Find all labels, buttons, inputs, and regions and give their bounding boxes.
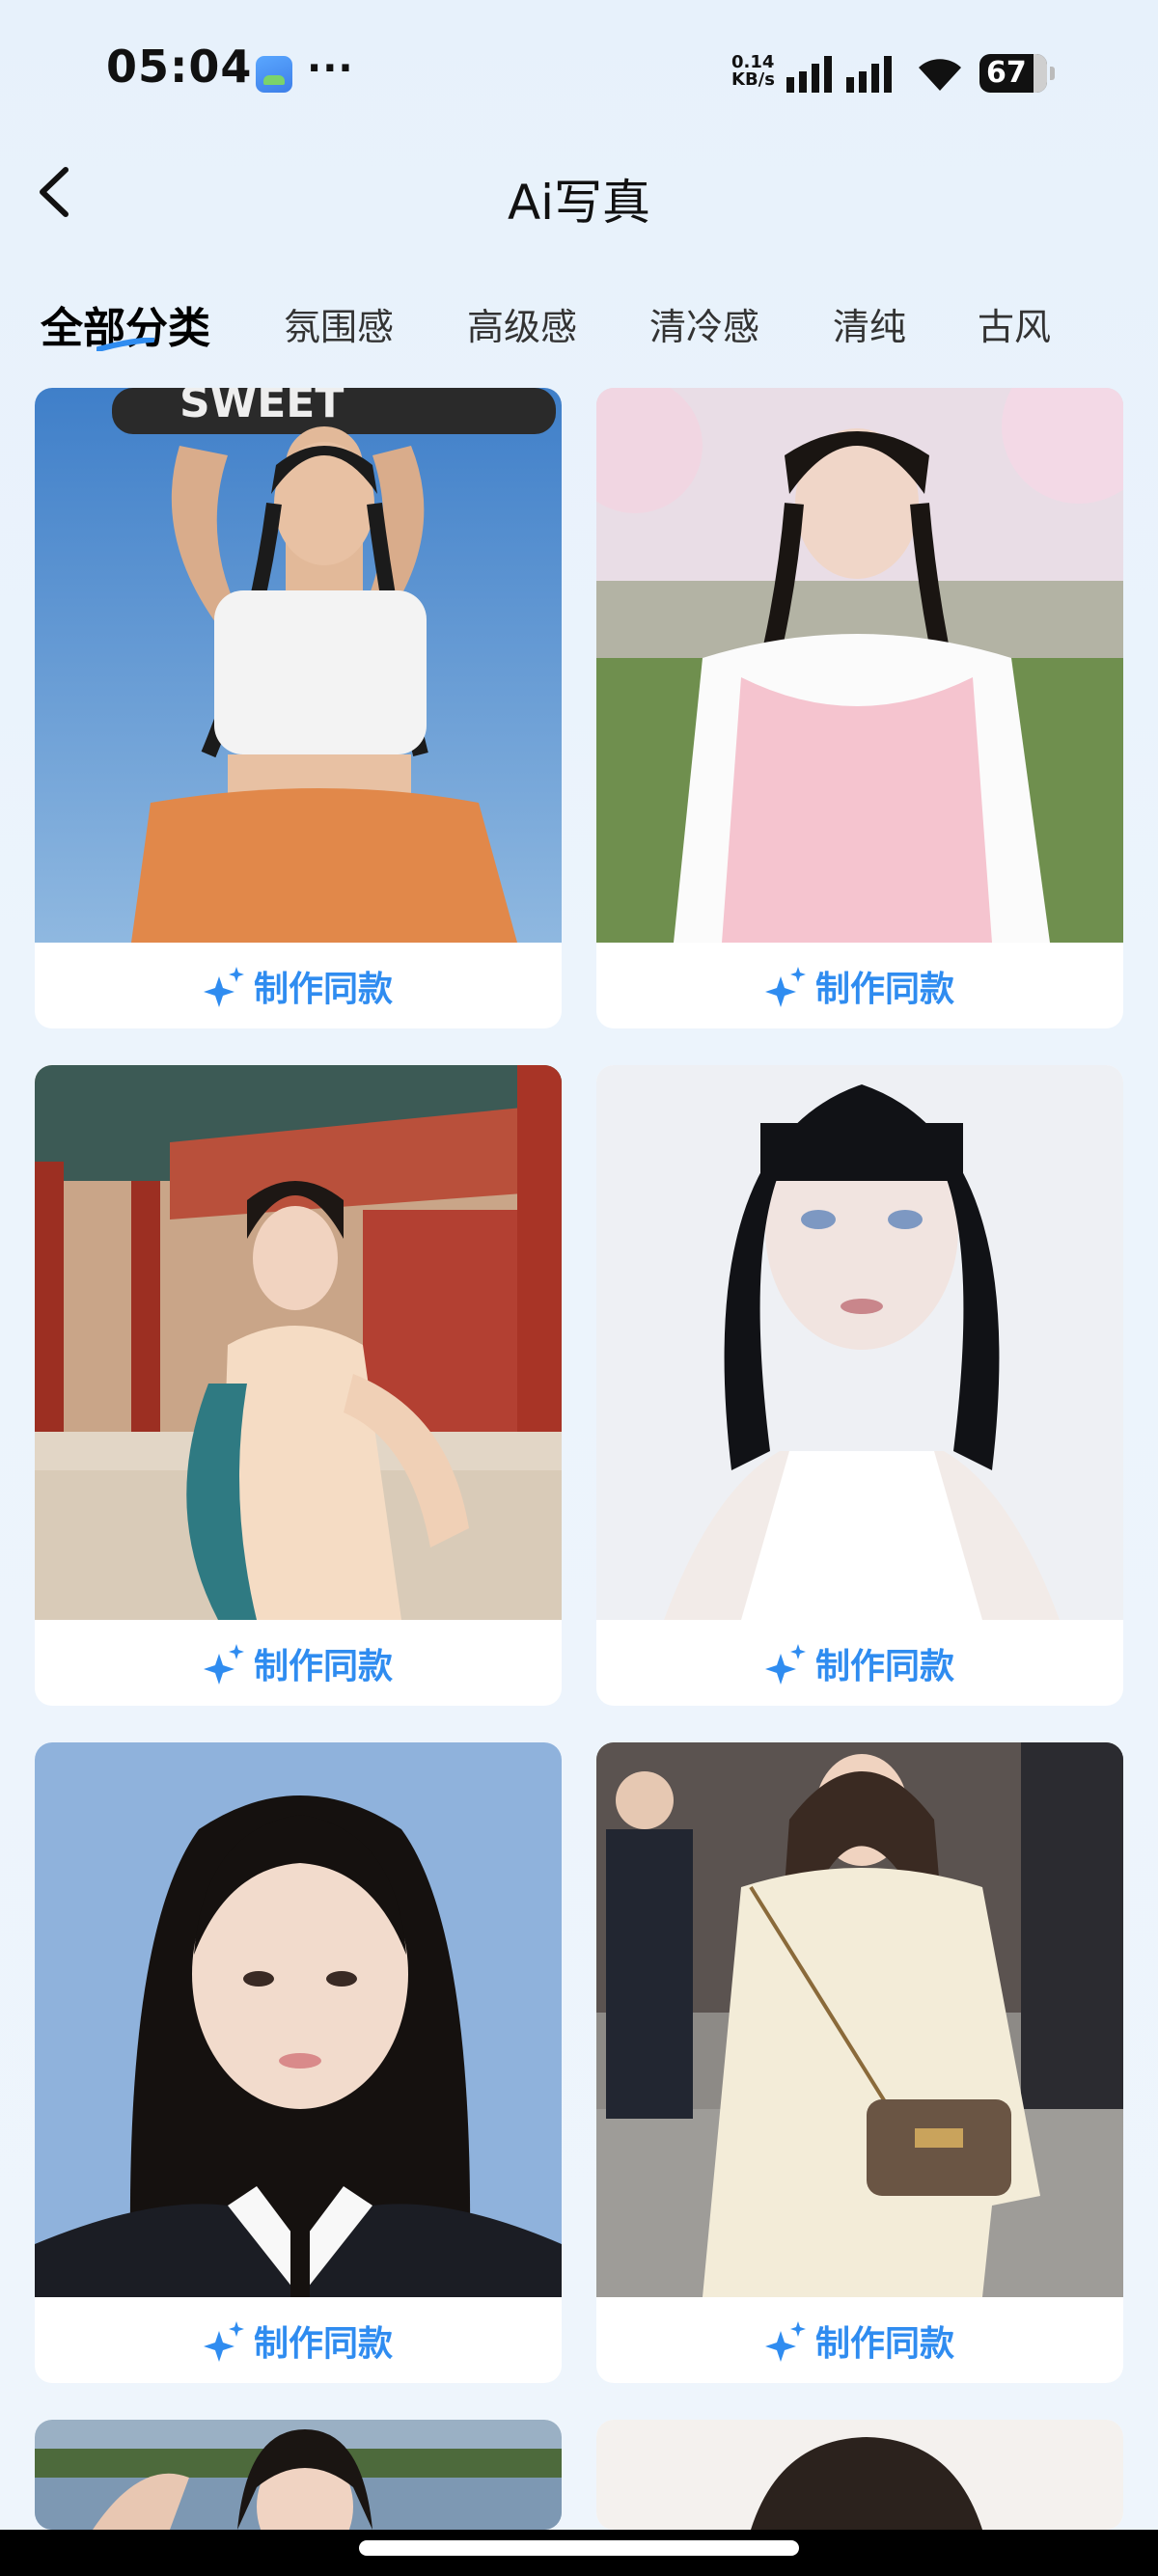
photo-hanfu-palace-girl	[35, 1065, 562, 1620]
make-same-label: 制作同款	[253, 2323, 393, 2364]
template-card[interactable]: SWEET 制作同款	[35, 388, 562, 1028]
battery-icon: 67	[979, 54, 1055, 93]
home-indicator[interactable]	[359, 2540, 799, 2556]
template-card-partial[interactable]	[596, 2420, 1123, 2530]
make-same-button[interactable]: 制作同款	[596, 2297, 1123, 2383]
template-card[interactable]: 制作同款	[35, 1065, 562, 1706]
template-card[interactable]: 制作同款	[596, 1065, 1123, 1706]
photo-black-bob-girl	[596, 1065, 1123, 1620]
photo-suit-girl	[35, 1742, 562, 2297]
svg-text:SWEET: SWEET	[179, 388, 344, 427]
page-title: Ai写真	[507, 175, 651, 231]
photo-cherry-blossom-girl	[596, 388, 1123, 943]
active-tab-indicator	[96, 338, 154, 351]
network-speed: 0.14 KB/s	[731, 54, 775, 89]
wifi-icon	[919, 59, 961, 91]
make-same-label: 制作同款	[253, 1646, 393, 1686]
template-card-partial[interactable]	[35, 2420, 562, 2530]
gallery-app-icon	[256, 56, 292, 93]
make-same-button[interactable]: 制作同款	[35, 1620, 562, 1706]
make-same-button[interactable]: 制作同款	[596, 1620, 1123, 1706]
more-notifications-icon: ···	[307, 46, 354, 91]
category-tabs: 全部分类 氛围感 高级感 清冷感 清纯 古风	[0, 289, 1158, 357]
sparkle-icon	[203, 966, 244, 1007]
make-same-button[interactable]: 制作同款	[35, 2297, 562, 2383]
photo-skateboard-girl: SWEET	[35, 388, 562, 943]
sparkle-icon	[203, 2320, 244, 2362]
make-same-button[interactable]: 制作同款	[596, 943, 1123, 1028]
tab-cool[interactable]: 清冷感	[649, 297, 759, 350]
template-card[interactable]: 制作同款	[596, 1742, 1123, 2383]
battery-level: 67	[986, 56, 1027, 90]
sparkle-icon	[764, 966, 806, 1007]
photo-lake-girl	[35, 2420, 562, 2530]
sparkle-icon	[203, 1643, 244, 1685]
photo-bright-girl	[596, 2420, 1123, 2530]
make-same-button[interactable]: 制作同款	[35, 943, 562, 1028]
tab-premium[interactable]: 高级感	[467, 297, 577, 350]
photo-street-sweater-girl	[596, 1742, 1123, 2297]
make-same-label: 制作同款	[814, 2323, 954, 2364]
tab-pure[interactable]: 清纯	[833, 297, 906, 350]
template-card[interactable]: 制作同款	[596, 388, 1123, 1028]
cellular-signal-icon	[786, 56, 892, 93]
status-bar: 05:04 ··· 0.14 KB/s 67	[0, 0, 1158, 145]
make-same-label: 制作同款	[253, 969, 393, 1009]
make-same-label: 制作同款	[814, 969, 954, 1009]
make-same-label: 制作同款	[814, 1646, 954, 1686]
sparkle-icon	[764, 2320, 806, 2362]
sparkle-icon	[764, 1643, 806, 1685]
template-card[interactable]: 制作同款	[35, 1742, 562, 2383]
status-time: 05:04	[106, 41, 253, 93]
tab-atmosphere[interactable]: 氛围感	[284, 297, 394, 350]
network-speed-unit: KB/s	[731, 69, 775, 90]
nav-header: Ai写真	[0, 145, 1158, 241]
tab-ancient-style[interactable]: 古风	[978, 297, 1051, 350]
